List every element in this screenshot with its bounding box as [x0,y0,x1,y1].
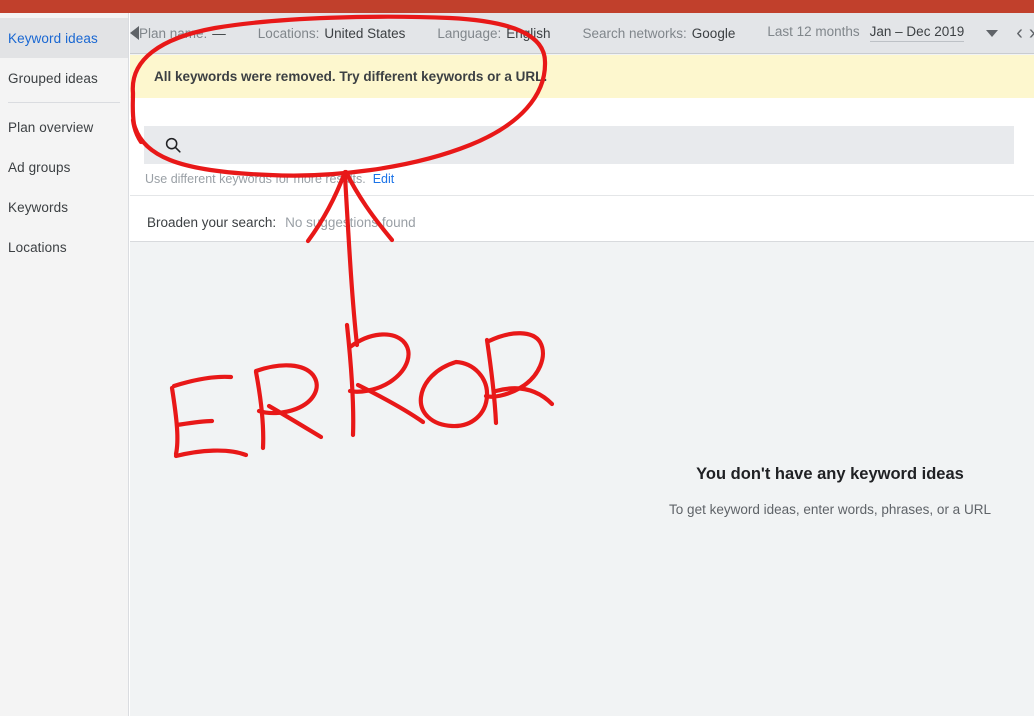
left-sidebar: Keyword ideas Grouped ideas Plan overvie… [0,13,129,716]
broaden-search-row: Broaden your search: No suggestions foun… [147,215,416,230]
main-content-area: Plan name: — Locations: United States La… [130,13,1034,716]
search-hint-row: Use different keywords for more results.… [145,172,394,186]
sidebar-item-label: Keywords [8,199,69,215]
sidebar-item-label: Keyword ideas [8,30,98,46]
keyword-planner-screen: Keyword ideas Grouped ideas Plan overvie… [0,0,1034,716]
plan-settings-toolbar: Plan name: — Locations: United States La… [130,13,1034,54]
sidebar-item-label: Grouped ideas [8,70,98,86]
chip-value: English [506,25,551,41]
sidebar-item-ad-groups[interactable]: Ad groups [0,147,128,187]
toolbar-chip-search-networks[interactable]: Search networks: Google [583,26,736,41]
empty-state-message: You don't have any keyword ideas To get … [450,465,1034,517]
date-range-selector[interactable]: Last 12 months Jan – Dec 2019 [767,24,965,42]
sidebar-item-locations[interactable]: Locations [0,227,128,267]
sidebar-item-keyword-ideas[interactable]: Keyword ideas [0,18,128,58]
card-divider [130,195,1034,196]
chip-label: Plan name: [139,25,208,41]
caret-left-icon[interactable] [130,26,139,40]
toolbar-chip-language[interactable]: Language: English [437,26,550,41]
search-hint-text: Use different keywords for more results. [145,172,366,186]
sidebar-item-label: Plan overview [8,119,94,135]
warning-banner: All keywords were removed. Try different… [130,55,1034,98]
date-range-label: Last 12 months [767,24,860,39]
empty-state-subtitle: To get keyword ideas, enter words, phras… [669,502,991,517]
sidebar-item-label: Ad groups [8,159,71,175]
chevron-right-icon[interactable]: › [1029,23,1034,43]
toolbar-chip-plan-name[interactable]: Plan name: — [139,26,226,41]
chip-label: Locations: [257,25,320,41]
keyword-search-card: All keywords were removed. Try different… [130,55,1034,242]
toolbar-chip-locations[interactable]: Locations: United States [258,26,406,41]
broaden-search-label: Broaden your search: [147,215,277,230]
chevron-left-icon[interactable]: ‹ [1016,23,1023,43]
date-range-value: Jan – Dec 2019 [869,24,965,42]
sidebar-divider [8,102,120,103]
edit-link[interactable]: Edit [373,172,395,186]
keyword-search-input[interactable] [144,126,1014,164]
caret-down-icon[interactable] [986,29,999,37]
sidebar-item-plan-overview[interactable]: Plan overview [0,107,128,147]
sidebar-item-label: Locations [8,239,67,255]
browser-top-bar [0,0,1034,13]
chip-value: — [212,25,226,41]
chip-label: Language: [437,25,502,41]
empty-state-title: You don't have any keyword ideas [696,465,964,483]
sidebar-item-keywords[interactable]: Keywords [0,187,128,227]
sidebar-item-grouped-ideas[interactable]: Grouped ideas [0,58,128,98]
chip-value: United States [324,25,406,41]
broaden-search-value: No suggestions found [285,215,416,230]
chip-label: Search networks: [582,25,687,41]
chip-value: Google [691,25,736,41]
warning-banner-text: All keywords were removed. Try different… [154,69,548,84]
search-icon [164,136,182,154]
